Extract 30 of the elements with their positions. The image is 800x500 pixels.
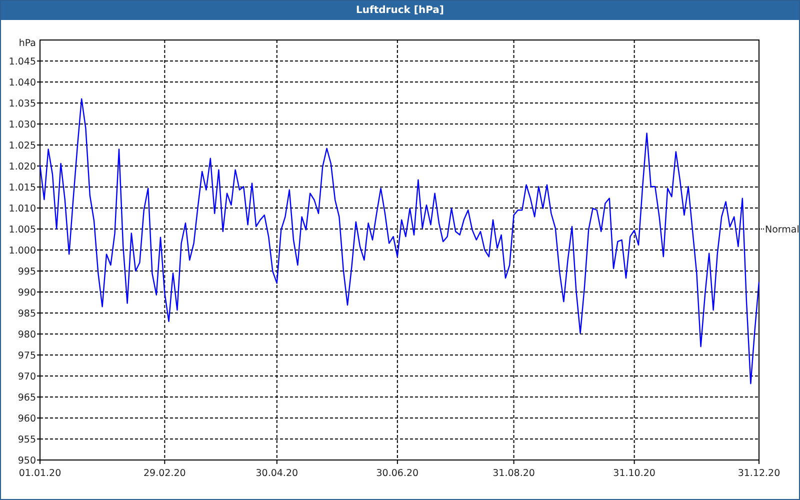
- axis-label: 995: [18, 266, 36, 278]
- axis-label: 01.01.20: [18, 468, 62, 479]
- axis-label: 1.020: [8, 162, 36, 172]
- axis-label: 975: [18, 350, 36, 362]
- axis-label: 30.04.20: [256, 468, 298, 479]
- axis-label: 1.025: [8, 140, 36, 152]
- axis-label: 950: [18, 456, 36, 466]
- axis-label: 985: [18, 308, 36, 320]
- axis-label: 1.040: [8, 78, 36, 88]
- axis-label: 31.10.20: [613, 468, 656, 479]
- axis-label: 31.12.20: [738, 468, 780, 479]
- axis-label: 1.010: [8, 204, 36, 214]
- axis-label: 960: [18, 414, 36, 424]
- axis-label: 955: [18, 434, 36, 446]
- axis-label: 990: [18, 288, 36, 298]
- axis-label: 1.000: [8, 246, 36, 256]
- axis-title: hPa: [18, 38, 36, 49]
- axis-label: 31.08.20: [492, 468, 535, 479]
- axis-label: 1.045: [8, 56, 36, 68]
- axis-label: 1.005: [8, 224, 36, 236]
- axis-label: 1.030: [8, 120, 36, 130]
- window-title: Luftdruck [hPa]: [356, 5, 444, 16]
- axis-label: 965: [18, 392, 36, 404]
- axis-label: 980: [18, 330, 36, 340]
- axis-label: 1.035: [8, 98, 36, 110]
- axis-label: 30.06.20: [376, 468, 419, 479]
- axis-label: 1.015: [8, 182, 36, 194]
- annotation-label: Normal: [765, 224, 799, 236]
- axis-label: 970: [18, 372, 36, 382]
- axis-label: 29.02.20: [144, 468, 186, 479]
